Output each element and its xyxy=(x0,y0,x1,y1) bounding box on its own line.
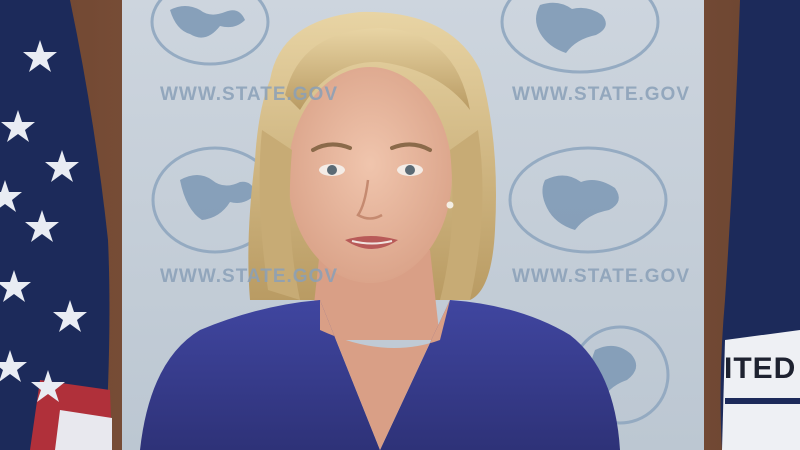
backdrop-url-text: WWW.STATE.GOV xyxy=(512,84,690,105)
backdrop-url-text: WWW.STATE.GOV xyxy=(512,266,690,287)
scene-illustration xyxy=(0,0,800,450)
backdrop-url-text: WWW.STATE.GOV xyxy=(160,84,338,105)
earring xyxy=(446,201,454,209)
backdrop-url-text: WWW.STATE.GOV xyxy=(160,266,338,287)
flag-lettering: ITED xyxy=(724,352,797,385)
photo-scene: WWW.STATE.GOV WWW.STATE.GOV WWW.STATE.GO… xyxy=(0,0,800,450)
